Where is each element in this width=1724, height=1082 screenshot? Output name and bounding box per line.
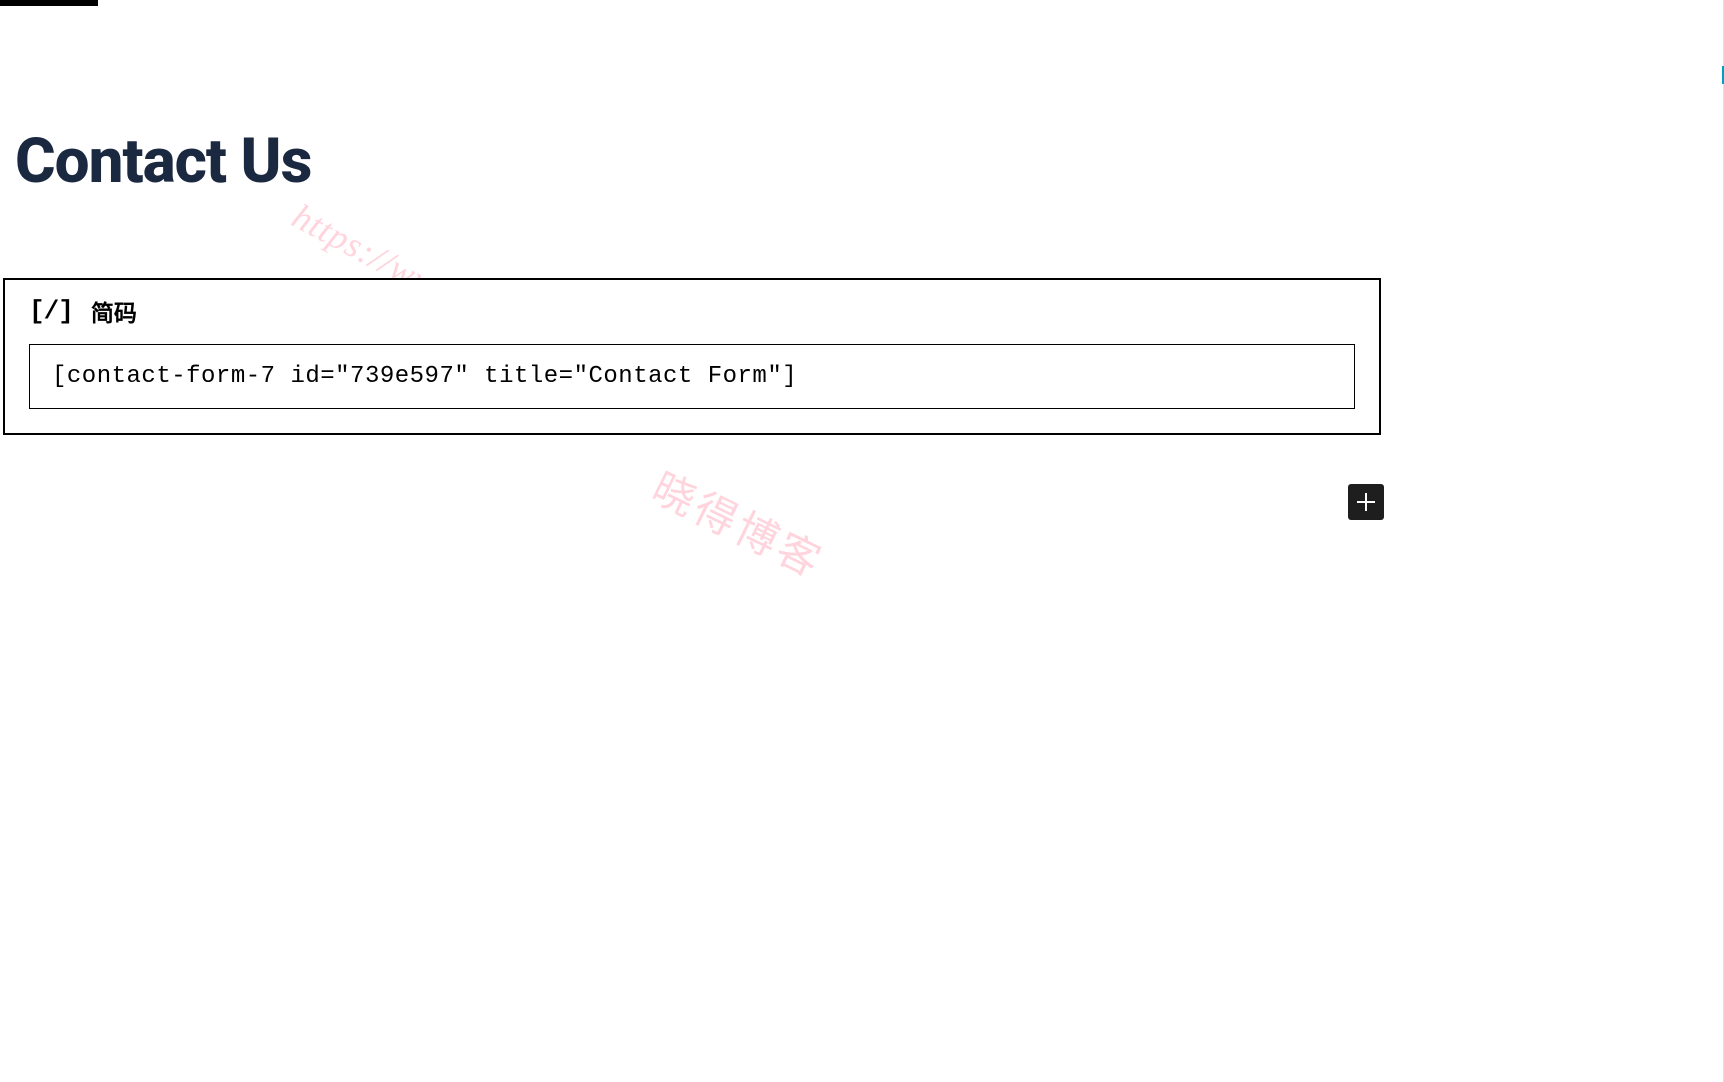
add-block-button[interactable] xyxy=(1348,484,1384,520)
block-header: [/] 简码 xyxy=(5,280,1379,338)
block-type-label: 简码 xyxy=(91,294,137,328)
shortcode-block[interactable]: [/] 简码 xyxy=(3,278,1381,435)
watermark-name-text: 晓得博客 xyxy=(643,455,835,590)
editor-canvas: Contact Us https://www.pythonthree.com [… xyxy=(0,0,1724,1082)
shortcode-input-wrapper xyxy=(5,338,1379,433)
plus-icon xyxy=(1354,490,1378,514)
top-indicator-bar xyxy=(0,0,98,6)
shortcode-icon: [/] xyxy=(29,296,73,326)
page-title[interactable]: Contact Us xyxy=(15,125,311,198)
shortcode-input[interactable] xyxy=(29,344,1355,409)
